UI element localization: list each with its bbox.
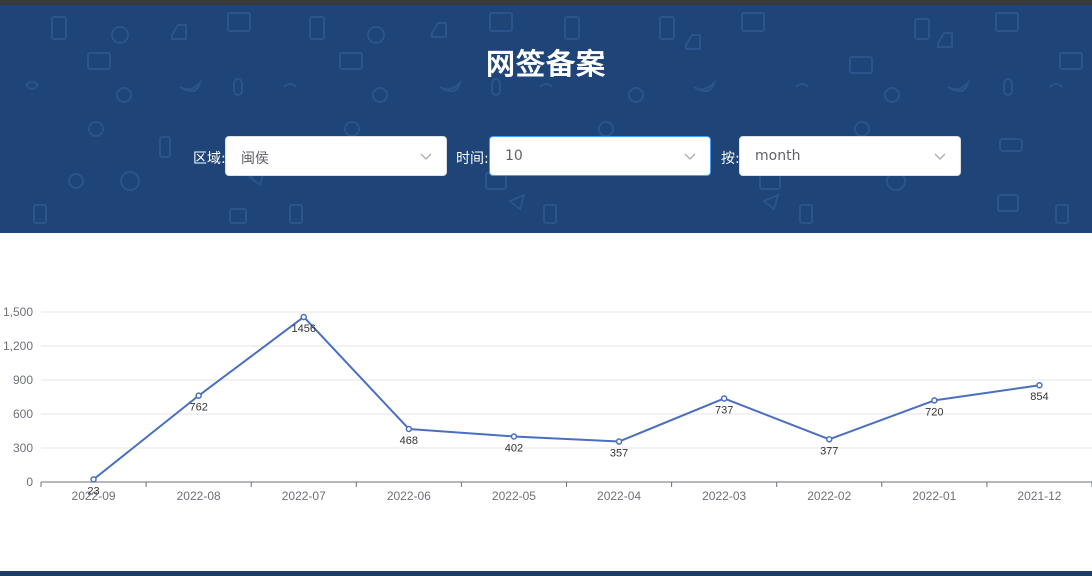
data-label: 737 xyxy=(715,404,733,416)
y-tick-label: 900 xyxy=(13,373,33,387)
time-select-value: 10 xyxy=(505,148,523,164)
x-tick-label: 2022-03 xyxy=(702,489,746,503)
x-tick-label: 2022-02 xyxy=(807,489,851,503)
data-point xyxy=(510,433,518,440)
data-label: 1456 xyxy=(292,323,316,335)
chevron-down-icon xyxy=(420,153,432,160)
region-label: 区域: xyxy=(193,151,226,167)
region-select[interactable]: 闽侯 xyxy=(225,136,447,176)
by-select[interactable]: month xyxy=(739,136,961,176)
region-select-value: 闽侯 xyxy=(241,151,269,167)
time-select[interactable]: 10 xyxy=(489,136,711,176)
y-tick-label: 1,500 xyxy=(3,305,33,319)
page-title: 网签备案 xyxy=(485,47,606,81)
data-point xyxy=(931,397,938,404)
data-point xyxy=(405,425,413,433)
x-tick-label: 2021-12 xyxy=(1017,489,1061,503)
x-tick-label: 2022-07 xyxy=(282,489,326,503)
by-select-value: month xyxy=(755,148,801,164)
series-line xyxy=(92,315,1040,481)
data-label: 762 xyxy=(189,402,207,414)
data-label: 402 xyxy=(505,442,523,454)
by-label: 按: xyxy=(721,151,740,167)
chevron-down-icon xyxy=(684,153,696,160)
header-banner: 网签备案 区域: 闽侯 时间: 10 按: month xyxy=(0,5,1092,233)
data-label: 854 xyxy=(1030,391,1048,403)
chevron-down-icon xyxy=(934,153,946,160)
bottom-border xyxy=(0,571,1092,576)
data-point xyxy=(720,395,728,402)
data-label: 720 xyxy=(925,406,943,418)
data-label: 468 xyxy=(400,435,418,447)
x-tick-label: 2022-01 xyxy=(912,489,956,503)
data-label: 23 xyxy=(87,485,99,497)
x-tick-label: 2022-06 xyxy=(387,489,431,503)
data-point xyxy=(826,436,833,443)
chart-area: 0 300 600 900 1,200 1,500 2022-09 2022-08 2022-0… xyxy=(0,233,1092,571)
y-tick-label: 1,200 xyxy=(3,339,33,353)
x-tick-label: 2022-04 xyxy=(597,489,641,503)
data-label: 357 xyxy=(610,448,628,460)
data-point xyxy=(615,438,623,445)
time-label: 时间: xyxy=(456,151,489,167)
data-point xyxy=(1036,381,1043,389)
data-point xyxy=(300,313,307,321)
x-tick-label: 2022-05 xyxy=(492,489,536,503)
y-tick-label: 0 xyxy=(26,475,33,489)
data-label: 377 xyxy=(820,445,838,457)
data-point xyxy=(195,392,202,399)
y-tick-label: 600 xyxy=(13,407,33,421)
line-chart: 03006009001,2001,5002022-09 2022-08 2022-0… xyxy=(3,305,1092,503)
background-pattern xyxy=(25,12,1083,224)
data-point xyxy=(90,476,97,483)
x-tick-label: 2022-08 xyxy=(177,489,221,503)
y-tick-label: 300 xyxy=(13,441,33,455)
